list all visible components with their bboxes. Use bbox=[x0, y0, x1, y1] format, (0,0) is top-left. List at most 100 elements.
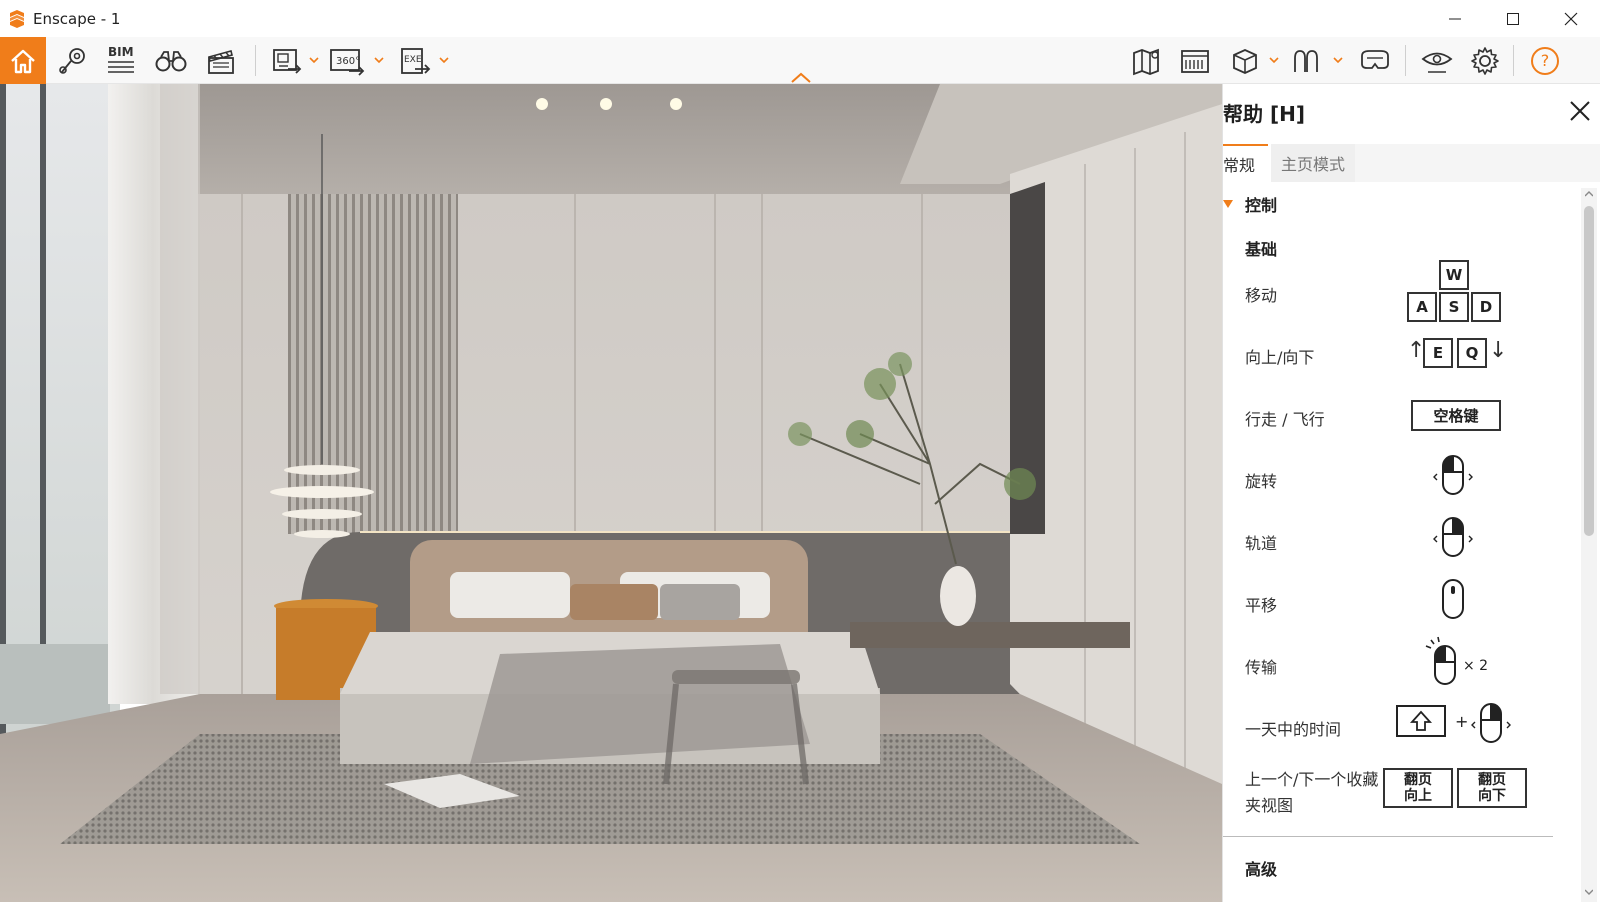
down-arrow-icon: ↓ bbox=[1489, 338, 1508, 363]
svg-text:360°: 360° bbox=[336, 56, 360, 67]
screenshot-dropdown[interactable] bbox=[308, 53, 320, 67]
chevron-down-icon bbox=[1269, 56, 1279, 63]
toolbar-separator bbox=[1405, 45, 1406, 76]
close-window-button[interactable] bbox=[1542, 0, 1600, 37]
video-editor-button[interactable] bbox=[198, 37, 244, 84]
visual-settings-button[interactable] bbox=[1414, 37, 1460, 84]
vr-headset-button[interactable] bbox=[1352, 37, 1398, 84]
asset-library-icon bbox=[1181, 49, 1209, 73]
scroll-thumb[interactable] bbox=[1584, 206, 1594, 536]
close-icon bbox=[1564, 12, 1578, 25]
toolbar-separator bbox=[1513, 45, 1514, 76]
panorama-button[interactable]: 360° bbox=[324, 37, 370, 84]
enscape-logo-icon bbox=[10, 9, 24, 28]
home-icon bbox=[11, 49, 35, 73]
vr-headset-icon bbox=[1361, 49, 1389, 69]
map-button[interactable] bbox=[1124, 37, 1170, 84]
close-panel-icon[interactable] bbox=[1569, 100, 1591, 122]
orbit-label: 轨道 bbox=[1245, 534, 1278, 553]
key-s: S bbox=[1439, 292, 1469, 322]
help-panel: 帮助 [H] 常规 主页模式 控制 基础 移动 W A S D 向上/向下 ↑ … bbox=[1222, 84, 1600, 902]
scroll-down-icon[interactable] bbox=[1585, 888, 1593, 896]
favorite-views-label: 上一个/下一个收藏 bbox=[1245, 770, 1379, 789]
bim-button[interactable]: BIM bbox=[98, 37, 144, 84]
material-dropdown[interactable] bbox=[1268, 53, 1280, 67]
export-exe-button[interactable]: EXE bbox=[392, 37, 438, 84]
basic-subsection-label: 基础 bbox=[1245, 240, 1278, 259]
render-viewport[interactable] bbox=[0, 84, 1222, 902]
key-e: E bbox=[1423, 338, 1453, 368]
eye-icon bbox=[1421, 52, 1453, 73]
asset-library-button[interactable] bbox=[1172, 37, 1218, 84]
mouse-middle-drag-icon bbox=[1442, 579, 1464, 619]
maximize-button[interactable] bbox=[1484, 0, 1542, 37]
map-icon bbox=[1133, 48, 1159, 75]
minimize-button[interactable] bbox=[1426, 0, 1484, 37]
clapperboard-icon bbox=[208, 49, 234, 74]
views-button[interactable] bbox=[50, 37, 96, 84]
chevron-down-icon bbox=[309, 56, 319, 63]
settings-button[interactable] bbox=[1462, 37, 1508, 84]
section-divider bbox=[1223, 836, 1553, 837]
controls-section-label: 控制 bbox=[1245, 196, 1278, 215]
sync-dropdown[interactable] bbox=[1332, 53, 1344, 67]
panorama-360-icon: 360° bbox=[330, 48, 365, 76]
walk-fly-label: 行走 / 飞行 bbox=[1245, 410, 1325, 429]
key-q: Q bbox=[1457, 338, 1487, 368]
chevron-down-icon bbox=[439, 56, 449, 63]
key-space: 空格键 bbox=[1411, 400, 1501, 431]
arches-icon bbox=[1294, 49, 1318, 72]
toolbar-separator bbox=[255, 45, 256, 76]
binoculars-button[interactable] bbox=[148, 37, 194, 84]
rotate-label: 旋转 bbox=[1245, 472, 1278, 491]
tab-general[interactable]: 常规 bbox=[1223, 144, 1268, 182]
advanced-subsection-label: 高级 bbox=[1245, 860, 1278, 879]
scroll-up-icon[interactable] bbox=[1585, 190, 1593, 198]
help-panel-title: 帮助 [H] bbox=[1223, 102, 1305, 126]
double-click-count: × 2 bbox=[1463, 658, 1489, 674]
enscape-window: Enscape - 1 BIM 360° EXE ? 帮助 [H] 常规 主页模… bbox=[0, 0, 1600, 902]
key-w: W bbox=[1439, 260, 1469, 290]
move-label: 移动 bbox=[1245, 286, 1278, 305]
help-question-icon: ? bbox=[1531, 46, 1559, 75]
bim-icon: BIM bbox=[108, 45, 134, 73]
export-exe-icon: EXE bbox=[401, 47, 431, 74]
svg-text:EXE: EXE bbox=[404, 55, 422, 65]
export-dropdown[interactable] bbox=[438, 53, 450, 67]
help-scrollbar[interactable] bbox=[1581, 188, 1597, 902]
binoculars-icon bbox=[155, 50, 187, 71]
mouse-double-click-icon bbox=[1425, 636, 1456, 685]
bedroom-render-image bbox=[0, 84, 1222, 902]
gear-icon bbox=[1471, 46, 1499, 75]
key-a: A bbox=[1407, 292, 1437, 322]
collapse-toolbar-caret-icon[interactable] bbox=[790, 70, 812, 84]
key-d: D bbox=[1471, 292, 1501, 322]
controls-section-toggle[interactable]: 控制 bbox=[1223, 192, 1277, 216]
shift-plus-right-mouse-icon bbox=[1471, 703, 1511, 743]
maximize-icon bbox=[1507, 12, 1519, 25]
tab-home-mode[interactable]: 主页模式 bbox=[1271, 144, 1356, 182]
help-tabs: 常规 主页模式 bbox=[1223, 144, 1600, 182]
chevron-down-icon bbox=[374, 56, 384, 63]
help-button[interactable]: ? bbox=[1522, 37, 1568, 84]
plus-sign: + bbox=[1455, 712, 1469, 731]
minimize-icon bbox=[1449, 18, 1461, 19]
time-of-day-label: 一天中的时间 bbox=[1245, 720, 1342, 739]
material-editor-button[interactable] bbox=[1222, 37, 1268, 84]
sync-button[interactable] bbox=[1284, 37, 1330, 84]
shift-key-icon bbox=[1396, 705, 1446, 737]
tabs-filler bbox=[1355, 144, 1600, 182]
key-page-up: 翻页 向上 bbox=[1383, 768, 1453, 808]
location-pin-icon bbox=[59, 47, 85, 74]
export-image-icon bbox=[273, 48, 302, 74]
panorama-dropdown[interactable] bbox=[373, 53, 385, 67]
key-page-down: 翻页 向下 bbox=[1457, 768, 1527, 808]
home-button[interactable] bbox=[0, 37, 46, 84]
caret-down-icon bbox=[1223, 200, 1233, 208]
teleport-label: 传输 bbox=[1245, 658, 1278, 677]
screenshot-button[interactable] bbox=[264, 37, 310, 84]
chevron-down-icon bbox=[1333, 56, 1343, 63]
svg-text:BIM: BIM bbox=[108, 45, 134, 59]
cube-icon bbox=[1233, 48, 1257, 74]
favorite-views-label-line2: 夹视图 bbox=[1245, 796, 1294, 815]
